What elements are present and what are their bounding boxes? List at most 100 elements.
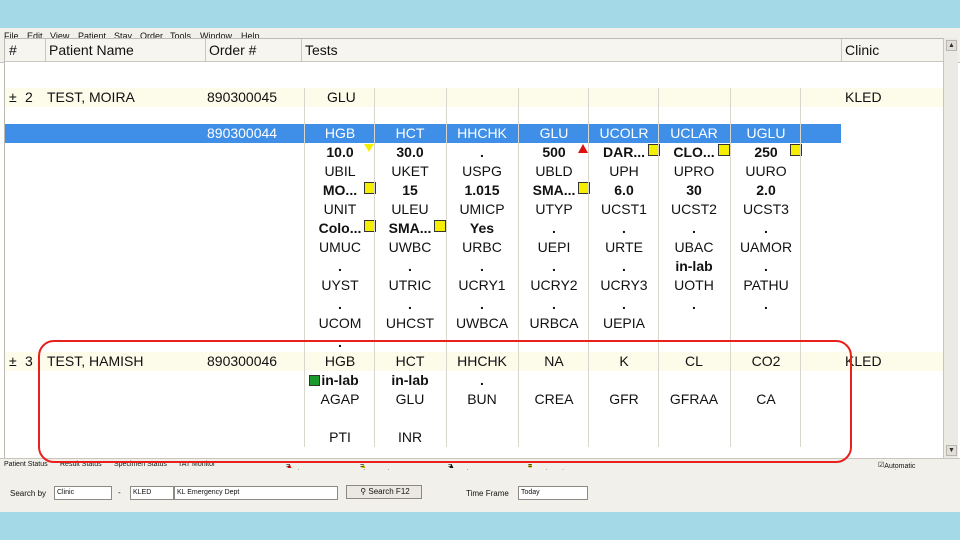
search-icon: ⚲ bbox=[360, 487, 367, 496]
test-cell[interactable]: UWBC bbox=[375, 238, 445, 257]
time-frame-label: Time Frame bbox=[466, 489, 509, 498]
test-cell[interactable]: UWBCA bbox=[447, 314, 517, 333]
test-cell[interactable]: UAMOR bbox=[731, 238, 801, 257]
test-cell[interactable]: HGB bbox=[305, 124, 375, 143]
test-cell[interactable]: . bbox=[519, 219, 589, 238]
test-cell[interactable]: UCRY3 bbox=[589, 276, 659, 295]
test-cell[interactable]: . bbox=[375, 257, 445, 276]
test-cell[interactable]: . bbox=[447, 295, 517, 314]
test-cell[interactable]: in-lab bbox=[659, 257, 729, 276]
test-cell[interactable]: UCST3 bbox=[731, 200, 801, 219]
tab-patient-status[interactable]: Patient Status bbox=[4, 461, 48, 468]
test-cell[interactable]: . bbox=[731, 295, 801, 314]
test-cell[interactable]: UPH bbox=[589, 162, 659, 181]
test-cell[interactable]: UBAC bbox=[659, 238, 729, 257]
test-cell[interactable]: UEPI bbox=[519, 238, 589, 257]
row-number: 2 bbox=[25, 89, 33, 105]
test-cell[interactable]: 15 bbox=[375, 181, 445, 200]
expand-icon[interactable]: ± bbox=[9, 352, 17, 371]
test-cell[interactable]: ULEU bbox=[375, 200, 445, 219]
order-number: 890300044 bbox=[207, 125, 278, 141]
col-header-clinic[interactable]: Clinic bbox=[845, 42, 879, 58]
test-cell[interactable]: USPG bbox=[447, 162, 517, 181]
test-cell[interactable]: UEPIA bbox=[589, 314, 659, 333]
test-cell[interactable]: . bbox=[589, 295, 659, 314]
test-cell[interactable] bbox=[731, 314, 801, 333]
test-cell[interactable]: 2.0 bbox=[731, 181, 801, 200]
test-cell[interactable]: UURO bbox=[731, 162, 801, 181]
time-frame-select[interactable]: Today bbox=[518, 486, 588, 500]
test-cell[interactable]: UNIT bbox=[305, 200, 375, 219]
test-cell[interactable]: 1.015 bbox=[447, 181, 517, 200]
test-cell[interactable]: . bbox=[305, 257, 375, 276]
test-cell[interactable]: UBLD bbox=[519, 162, 589, 181]
test-cell[interactable]: UCST2 bbox=[659, 200, 729, 219]
clinic-code-field[interactable]: KLED bbox=[130, 486, 174, 500]
test-cell[interactable]: UCLAR bbox=[659, 124, 729, 143]
scroll-down-icon[interactable]: ▼ bbox=[946, 445, 957, 456]
test-cell[interactable]: PATHU bbox=[731, 276, 801, 295]
test-cell[interactable]: Yes bbox=[447, 219, 517, 238]
patient-name: TEST, MOIRA bbox=[47, 89, 135, 105]
test-cell[interactable]: 30.0 bbox=[375, 143, 445, 162]
test-cell[interactable]: URBC bbox=[447, 238, 517, 257]
clinic-name-field[interactable]: KL Emergency Dept bbox=[174, 486, 338, 500]
test-cell[interactable]: . bbox=[659, 219, 729, 238]
test-cell[interactable]: 30 bbox=[659, 181, 729, 200]
test-cell[interactable]: UCOLR bbox=[589, 124, 659, 143]
expand-icon[interactable]: ± bbox=[9, 88, 17, 107]
test-cell[interactable]: 6.0 bbox=[589, 181, 659, 200]
test-cell[interactable]: . bbox=[589, 257, 659, 276]
abnormal-low-flag-icon bbox=[364, 144, 374, 152]
test-cell[interactable]: UGLU bbox=[731, 124, 801, 143]
test-cell[interactable]: UKET bbox=[375, 162, 445, 181]
test-cell[interactable]: . bbox=[519, 295, 589, 314]
test-cell[interactable]: UHCST bbox=[375, 314, 445, 333]
search-by-select[interactable]: Clinic bbox=[54, 486, 112, 500]
test-cell[interactable]: UBIL bbox=[305, 162, 375, 181]
test-cell[interactable]: . bbox=[731, 219, 801, 238]
test-cell[interactable]: UPRO bbox=[659, 162, 729, 181]
test-cell[interactable]: . bbox=[447, 143, 517, 162]
patient-row-moira[interactable] bbox=[5, 88, 943, 107]
test-cell[interactable]: GLU bbox=[519, 124, 589, 143]
search-by-label: Search by bbox=[10, 489, 47, 498]
test-cell[interactable]: HCT bbox=[375, 124, 445, 143]
row-number: 3 bbox=[25, 353, 33, 369]
test-cell[interactable]: UTRIC bbox=[375, 276, 445, 295]
test-cell[interactable]: . bbox=[375, 295, 445, 314]
test-cell[interactable]: UCRY1 bbox=[447, 276, 517, 295]
test-cell[interactable]: UOTH bbox=[659, 276, 729, 295]
search-bar: Search by Clinic - KLED KL Emergency Dep… bbox=[0, 470, 960, 512]
test-cell[interactable]: . bbox=[731, 257, 801, 276]
test-cell[interactable]: UMICP bbox=[447, 200, 517, 219]
test-cell[interactable] bbox=[659, 314, 729, 333]
test-code: GLU bbox=[327, 89, 356, 105]
panic-flag-icon bbox=[578, 144, 588, 153]
test-cell[interactable]: URTE bbox=[589, 238, 659, 257]
search-button-label: Search F12 bbox=[368, 487, 410, 496]
test-cell[interactable]: . bbox=[447, 257, 517, 276]
col-header-order[interactable]: Order # bbox=[209, 42, 256, 58]
test-cell[interactable]: HHCHK bbox=[447, 124, 517, 143]
vertical-scrollbar[interactable]: ▲ ▼ bbox=[943, 38, 958, 458]
col-header-patient[interactable]: Patient Name bbox=[49, 42, 134, 58]
separator-dash: - bbox=[118, 488, 121, 497]
test-cell[interactable]: URBCA bbox=[519, 314, 589, 333]
test-cell[interactable]: UCOM bbox=[305, 314, 375, 333]
test-cell[interactable]: . bbox=[305, 295, 375, 314]
scroll-up-icon[interactable]: ▲ bbox=[946, 40, 957, 51]
test-cell[interactable]: UYST bbox=[305, 276, 375, 295]
col-header-tests[interactable]: Tests bbox=[305, 42, 338, 58]
unreviewed-flag-icon bbox=[718, 144, 730, 156]
col-header-num[interactable]: # bbox=[9, 42, 17, 58]
search-button[interactable]: ⚲ Search F12 bbox=[346, 485, 422, 499]
test-cell[interactable]: . bbox=[519, 257, 589, 276]
test-cell[interactable]: UTYP bbox=[519, 200, 589, 219]
test-cell[interactable]: UMUC bbox=[305, 238, 375, 257]
test-cell[interactable]: . bbox=[659, 295, 729, 314]
test-cell[interactable]: UCST1 bbox=[589, 200, 659, 219]
test-cell[interactable]: UCRY2 bbox=[519, 276, 589, 295]
auto-update-checkbox[interactable]: ☑ Automatic update bbox=[878, 461, 915, 477]
test-cell[interactable]: . bbox=[589, 219, 659, 238]
